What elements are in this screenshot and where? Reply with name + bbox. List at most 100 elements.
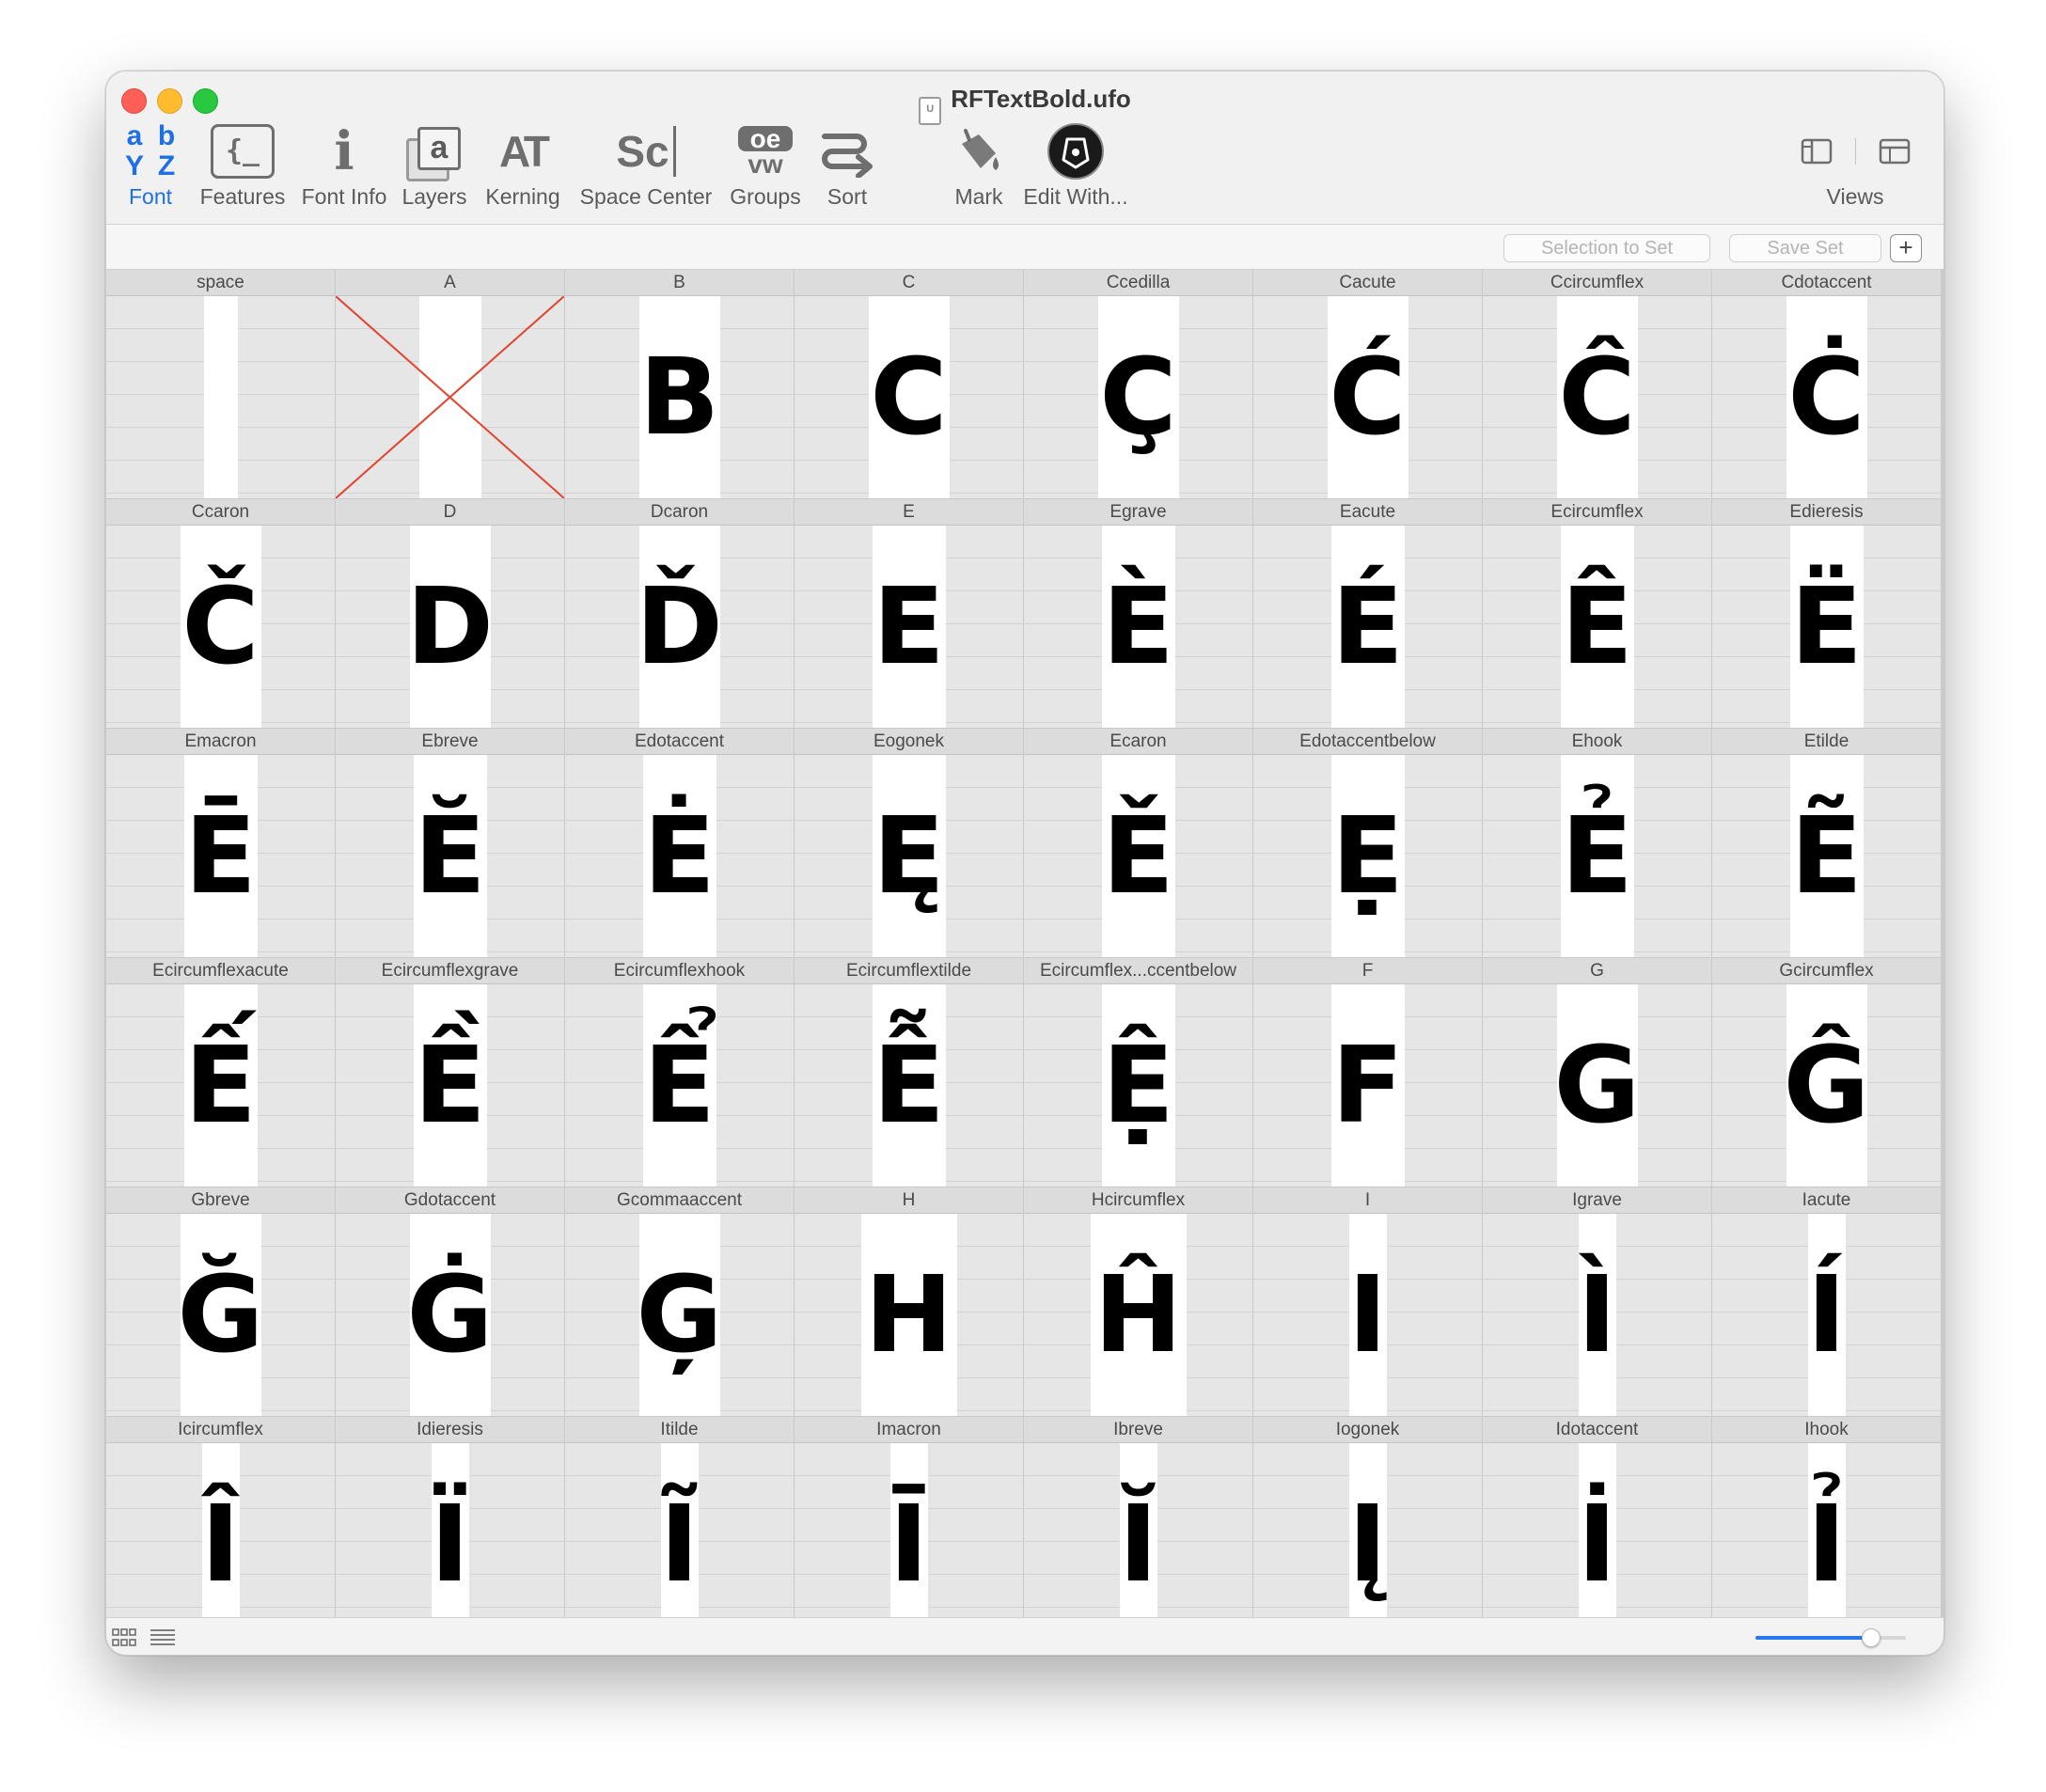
glyph-cell[interactable]: Ecircumflexacute Ế bbox=[106, 958, 335, 1187]
glyph-preview: Ỉ bbox=[1712, 1443, 1941, 1645]
glyph-name-label: Ecaron bbox=[1024, 729, 1252, 755]
glyph-cell[interactable]: Icircumflex Î bbox=[106, 1417, 335, 1645]
toolbar-views-control[interactable]: Views bbox=[1789, 118, 1921, 220]
glyph-cell[interactable]: Cacute Ć bbox=[1253, 270, 1482, 498]
glyph-cell[interactable]: GG bbox=[1483, 958, 1711, 1187]
glyph-character: Ç bbox=[1099, 336, 1177, 459]
list-view-icon[interactable] bbox=[150, 1627, 176, 1648]
toolbar-font-label: Font bbox=[128, 184, 173, 209]
glyph-cell[interactable]: Ecircumflexgrave Ề bbox=[336, 958, 564, 1187]
glyph-preview: Ĥ bbox=[1024, 1214, 1252, 1416]
glyph-cell[interactable]: Eacute É bbox=[1253, 499, 1482, 728]
toolbar-space-center-button[interactable]: Sc Space Center bbox=[571, 118, 721, 220]
glyph-cell[interactable]: Itilde Ĩ bbox=[565, 1417, 794, 1645]
glyph-cell[interactable]: Iogonek Į bbox=[1253, 1417, 1482, 1645]
toolbar-mark-button[interactable]: Mark bbox=[941, 118, 1016, 220]
glyph-cell[interactable]: Edieresis Ë bbox=[1712, 499, 1941, 728]
add-set-button[interactable]: + bbox=[1890, 234, 1922, 262]
glyph-name-label: Idotaccent bbox=[1483, 1417, 1711, 1443]
glyph-cell[interactable]: Ccedilla Ç bbox=[1024, 270, 1252, 498]
glyph-cell[interactable]: EE bbox=[795, 499, 1023, 728]
glyph-cell[interactable]: Ehook Ẻ bbox=[1483, 729, 1711, 957]
toolbar-kerning-button[interactable]: AT Kerning bbox=[475, 118, 571, 220]
glyph-name-label: Ecircumflexgrave bbox=[336, 958, 564, 984]
glyph-cell[interactable]: Egrave È bbox=[1024, 499, 1252, 728]
toolbar-views-label: Views bbox=[1826, 184, 1884, 209]
glyph-character: Ĉ bbox=[1558, 336, 1636, 459]
toolbar-edit-with-button[interactable]: Edit With... bbox=[1015, 118, 1137, 220]
glyph-character: C bbox=[870, 336, 948, 459]
save-set-button[interactable]: Save Set bbox=[1729, 234, 1881, 262]
glyph-cell[interactable]: Gbreve Ğ bbox=[106, 1187, 335, 1416]
glyph-cell[interactable]: Gcircumflex Ĝ bbox=[1712, 958, 1941, 1187]
glyph-cell[interactable]: DD bbox=[336, 499, 564, 728]
sets-bar: Selection to Set Save Set + bbox=[106, 225, 1944, 270]
toolbar-groups-button[interactable]: oe vw Groups bbox=[721, 118, 810, 220]
inspector-panel-icon[interactable] bbox=[1879, 138, 1911, 165]
glyph-cell[interactable]: Ebreve Ĕ bbox=[336, 729, 564, 957]
glyph-cell[interactable]: Edotaccentbelow Ẹ bbox=[1253, 729, 1482, 957]
toolbar-layers-button[interactable]: a Layers bbox=[394, 118, 475, 220]
toolbar-font-info-button[interactable]: i Font Info bbox=[294, 118, 394, 220]
glyph-name-label: A bbox=[336, 270, 564, 296]
glyph-cell[interactable]: Dcaron Ď bbox=[565, 499, 794, 728]
glyph-name-label: Ihook bbox=[1712, 1417, 1941, 1443]
glyph-cell[interactable]: Ecircumflex Ê bbox=[1483, 499, 1711, 728]
glyph-cell[interactable]: Idieresis Ï bbox=[336, 1417, 564, 1645]
glyph-cell[interactable]: Ecircumflex...ccentbelow Ệ bbox=[1024, 958, 1252, 1187]
glyph-cell[interactable]: Cdotaccent Ċ bbox=[1712, 270, 1941, 498]
window-title-text: RFTextBold.ufo bbox=[951, 85, 1131, 113]
toolbar-features-button[interactable]: {_ Features bbox=[191, 118, 294, 220]
font-icon-letter-z: Z bbox=[157, 150, 176, 181]
glyph-cell[interactable]: Ecircumflextilde Ễ bbox=[795, 958, 1023, 1187]
glyph-cell[interactable]: Ecaron Ě bbox=[1024, 729, 1252, 957]
glyph-cell[interactable]: A bbox=[336, 270, 564, 498]
glyph-cell[interactable]: Gdotaccent Ġ bbox=[336, 1187, 564, 1416]
glyph-character: Ė bbox=[643, 794, 716, 918]
glyph-character: Ẹ bbox=[1331, 794, 1404, 918]
glyph-cell[interactable]: Ccaron Č bbox=[106, 499, 335, 728]
glyph-character: Č bbox=[181, 565, 260, 688]
glyph-cell[interactable]: Ccircumflex Ĉ bbox=[1483, 270, 1711, 498]
glyph-cell[interactable]: Edotaccent Ė bbox=[565, 729, 794, 957]
glyph-cell[interactable]: Eogonek Ę bbox=[795, 729, 1023, 957]
font-icon-letter-a: a bbox=[126, 120, 143, 151]
glyph-character: Í bbox=[1806, 1253, 1847, 1376]
glyph-character: Ć bbox=[1329, 336, 1407, 459]
glyph-cell[interactable]: Hcircumflex Ĥ bbox=[1024, 1187, 1252, 1416]
glyph-cell[interactable]: Emacron Ē bbox=[106, 729, 335, 957]
glyph-cell[interactable]: Imacron Ī bbox=[795, 1417, 1023, 1645]
zoom-slider-knob[interactable] bbox=[1861, 1628, 1881, 1647]
glyph-cell[interactable]: space bbox=[106, 270, 335, 498]
glyph-cell[interactable]: Ibreve Ĭ bbox=[1024, 1417, 1252, 1645]
glyph-character: Ğ bbox=[177, 1253, 264, 1376]
grid-view-icon[interactable] bbox=[112, 1627, 138, 1648]
zoom-slider[interactable] bbox=[1755, 1628, 1906, 1647]
glyph-character: F bbox=[1331, 1024, 1404, 1147]
glyph-name-label: B bbox=[565, 270, 794, 296]
glyph-cell[interactable]: Etilde Ẽ bbox=[1712, 729, 1941, 957]
glyph-character: I bbox=[1347, 1253, 1388, 1376]
glyph-cell[interactable]: Idotaccent İ bbox=[1483, 1417, 1711, 1645]
glyph-cell[interactable]: Igrave Ì bbox=[1483, 1187, 1711, 1416]
toolbar-features-label: Features bbox=[199, 184, 286, 209]
selection-to-set-button[interactable]: Selection to Set bbox=[1503, 234, 1710, 262]
glyph-cell[interactable]: II bbox=[1253, 1187, 1482, 1416]
glyph-cell[interactable]: HH bbox=[795, 1187, 1023, 1416]
glyph-cell[interactable]: Gcommaaccent Ģ bbox=[565, 1187, 794, 1416]
glyph-preview: Ê bbox=[1483, 526, 1711, 728]
layers-icon-text: a bbox=[417, 127, 461, 170]
glyph-cell[interactable]: Ecircumflexhook Ể bbox=[565, 958, 794, 1187]
glyph-cell[interactable]: Ihook Ỉ bbox=[1712, 1417, 1941, 1645]
glyph-cell[interactable]: FF bbox=[1253, 958, 1482, 1187]
glyph-name-label: Iogonek bbox=[1253, 1417, 1482, 1443]
glyph-cell[interactable]: Iacute Í bbox=[1712, 1187, 1941, 1416]
glyph-cell[interactable]: CC bbox=[795, 270, 1023, 498]
glyph-name-label: Ecircumflextilde bbox=[795, 958, 1023, 984]
toolbar-font-button[interactable]: a b Y Z Font bbox=[114, 118, 187, 220]
glyph-cell[interactable]: BB bbox=[565, 270, 794, 498]
sidebar-left-icon[interactable] bbox=[1801, 138, 1833, 165]
groups-icon-top: oe bbox=[738, 126, 793, 152]
toolbar-edit-with-label: Edit With... bbox=[1023, 184, 1128, 209]
toolbar-sort-button[interactable]: Sort bbox=[810, 118, 885, 220]
